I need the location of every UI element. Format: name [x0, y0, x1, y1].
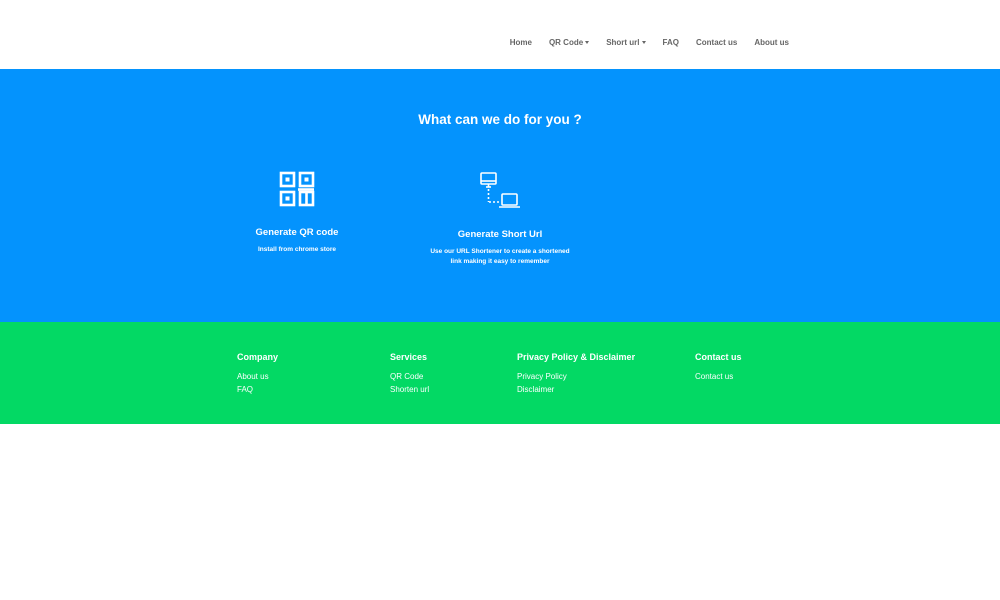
footer-column-contact: Contact us Contact us [695, 352, 742, 384]
footer-link-qr-code[interactable]: QR Code [390, 371, 429, 384]
footer-column-services: Services QR Code Shorten url [390, 352, 429, 396]
nav-contact-us[interactable]: Contact us [696, 38, 737, 47]
caret-down-icon [585, 41, 590, 44]
footer: Company About us FAQ Services QR Code Sh… [0, 322, 1000, 424]
footer-link-faq[interactable]: FAQ [237, 384, 278, 397]
footer-link-contact-us[interactable]: Contact us [695, 371, 742, 384]
nav-home[interactable]: Home [510, 38, 532, 47]
footer-link-disclaimer[interactable]: Disclaimer [517, 384, 635, 397]
nav-faq[interactable]: FAQ [663, 38, 679, 47]
card-description: Install from chrome store [237, 245, 357, 255]
connected-devices-icon [480, 172, 520, 208]
nav-home-label: Home [509, 38, 532, 47]
service-card-qr: Generate QR code Install from chrome sto… [237, 171, 357, 255]
card-title: Generate QR code [255, 227, 339, 238]
card-description-line: link making it easy to remember [450, 258, 550, 265]
card-description-line: Install from chrome store [257, 246, 337, 253]
caret-down-icon [641, 41, 646, 44]
nav-qr-code[interactable]: QR Code [548, 38, 590, 47]
footer-heading: Contact us [695, 352, 742, 362]
card-description: Use our URL Shortener to create a shorte… [420, 247, 580, 267]
footer-heading: Company [237, 352, 279, 362]
nav-faq-label: FAQ [662, 38, 679, 47]
nav-short-url[interactable]: Short url [606, 38, 646, 47]
nav-about-us-label: About us [754, 38, 789, 47]
footer-column-privacy: Privacy Policy & Disclaimer Privacy Poli… [517, 352, 635, 396]
nav-contact-us-label: Contact us [695, 38, 738, 47]
services-title: What can we do for you ? [418, 112, 582, 127]
qr-code-icon [279, 171, 315, 207]
service-card-short-url: Generate Short Url Use our URL Shortener… [420, 171, 580, 267]
nav-qr-code-label: QR Code [548, 38, 584, 47]
footer-heading: Services [390, 352, 428, 362]
main-nav: Home QR Code Short url FAQ Contact us Ab… [510, 38, 789, 47]
card-title: Generate Short Url [457, 229, 543, 240]
footer-column-company: Company About us FAQ [237, 352, 278, 396]
footer-heading: Privacy Policy & Disclaimer [517, 352, 636, 362]
services-section: What can we do for you ? Generate QR cod… [0, 69, 1000, 322]
nav-short-url-label: Short url [606, 38, 640, 47]
footer-link-shorten-url[interactable]: Shorten url [390, 384, 429, 397]
footer-link-privacy-policy[interactable]: Privacy Policy [517, 371, 635, 384]
nav-about-us[interactable]: About us [754, 38, 789, 47]
card-description-line: Use our URL Shortener to create a shorte… [430, 248, 570, 255]
footer-link-about-us[interactable]: About us [237, 371, 278, 384]
header: Home QR Code Short url FAQ Contact us Ab… [0, 0, 1000, 69]
